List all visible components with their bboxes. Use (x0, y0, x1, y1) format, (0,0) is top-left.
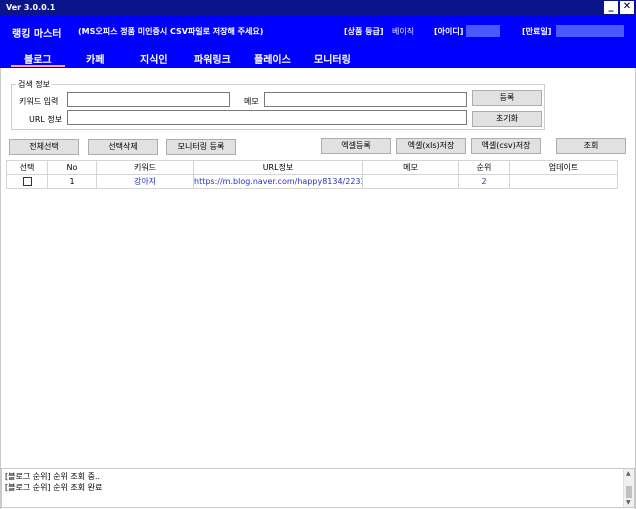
close-button[interactable]: ✕ (620, 1, 634, 14)
minimize-button[interactable]: _ (604, 1, 618, 14)
keyword-input[interactable] (67, 92, 230, 107)
row-update (510, 175, 617, 189)
id-value-redacted (466, 25, 500, 37)
row-url[interactable]: https://m.blog.naver.com/happy8134/2233.… (194, 175, 363, 189)
col-header-url[interactable]: URL정보 (194, 161, 363, 175)
col-header-select[interactable]: 선택 (7, 161, 48, 175)
expiry-value-redacted (556, 25, 624, 37)
row-memo (363, 175, 459, 189)
col-header-memo[interactable]: 메모 (363, 161, 459, 175)
app-title: 랭킹 마스터 (12, 29, 62, 40)
scroll-up-icon[interactable]: ▲ (626, 470, 631, 477)
expiry-label: [만료일] (522, 27, 552, 36)
excel-register-button[interactable]: 엑셀등록 (321, 138, 391, 154)
row-select-cell (7, 175, 48, 189)
excel-xls-save-button[interactable]: 엑셀(xls)저장 (396, 138, 466, 154)
title-bar: Ver 3.0.0.1 _ ✕ (0, 0, 636, 16)
tab-knowledge-in[interactable]: 지식인 (140, 51, 168, 66)
table-row[interactable]: 1 강아지 https://m.blog.naver.com/happy8134… (7, 175, 617, 189)
tab-place[interactable]: 플레이스 (254, 51, 291, 66)
register-button[interactable]: 등록 (472, 90, 542, 106)
select-all-button[interactable]: 전체선택 (9, 139, 79, 155)
url-input[interactable] (67, 110, 467, 125)
log-output[interactable]: [블로그 순위] 순위 조회 중.. [블로그 순위] 순위 조회 완료 ▲ ▼ (1, 468, 635, 508)
log-line: [블로그 순위] 순위 조회 완료 (5, 483, 103, 492)
memo-input[interactable] (264, 92, 467, 107)
office-notice: (MS오피스 정품 미인증시 CSV파일로 저장해 주세요) (78, 27, 264, 36)
log-line: [블로그 순위] 순위 조회 중.. (5, 472, 101, 481)
tab-monitoring[interactable]: 모니터링 (314, 51, 351, 66)
app-header: 랭킹 마스터 (MS오피스 정품 미인증시 CSV파일로 저장해 주세요) [상… (0, 16, 636, 68)
id-label: [아이디] (434, 27, 464, 36)
grade-value: 베이직 (392, 27, 415, 36)
delete-selected-button[interactable]: 선택삭제 (88, 139, 158, 155)
excel-csv-save-button[interactable]: 엑셀(csv)저장 (471, 138, 541, 154)
log-scrollbar[interactable]: ▲ ▼ (623, 469, 634, 507)
url-label: URL 정보 (29, 115, 63, 124)
memo-label: 메모 (244, 97, 259, 106)
version-label: Ver 3.0.0.1 (6, 3, 56, 12)
row-keyword: 강아지 (97, 175, 194, 189)
col-header-update[interactable]: 업데이트 (510, 161, 617, 175)
active-tab-indicator (11, 65, 65, 67)
tab-cafe[interactable]: 카페 (86, 51, 104, 66)
grade-label: [상품 등급] (344, 27, 384, 36)
keyword-label: 키워드 입력 (19, 97, 59, 106)
scroll-down-icon[interactable]: ▼ (626, 499, 631, 506)
row-rank: 2 (459, 175, 510, 189)
tab-powerlink[interactable]: 파워링크 (194, 51, 231, 66)
scroll-thumb[interactable] (626, 486, 632, 498)
window-border-left (0, 68, 1, 509)
row-checkbox[interactable] (22, 176, 32, 186)
row-no: 1 (48, 175, 97, 189)
tab-blog[interactable]: 블로그 (24, 51, 52, 66)
col-header-rank[interactable]: 순위 (459, 161, 510, 175)
lookup-button[interactable]: 조회 (556, 138, 626, 154)
col-header-keyword[interactable]: 키워드 (97, 161, 194, 175)
monitoring-register-button[interactable]: 모니터링 등록 (166, 139, 236, 155)
col-header-no[interactable]: No (48, 161, 97, 175)
reset-button[interactable]: 초기화 (472, 111, 542, 127)
results-table: 선택 No 키워드 URL정보 메모 순위 업데이트 1 강아지 https:/… (6, 160, 618, 189)
search-group-title: 검색 정보 (16, 79, 52, 90)
table-header-row: 선택 No 키워드 URL정보 메모 순위 업데이트 (7, 161, 617, 175)
